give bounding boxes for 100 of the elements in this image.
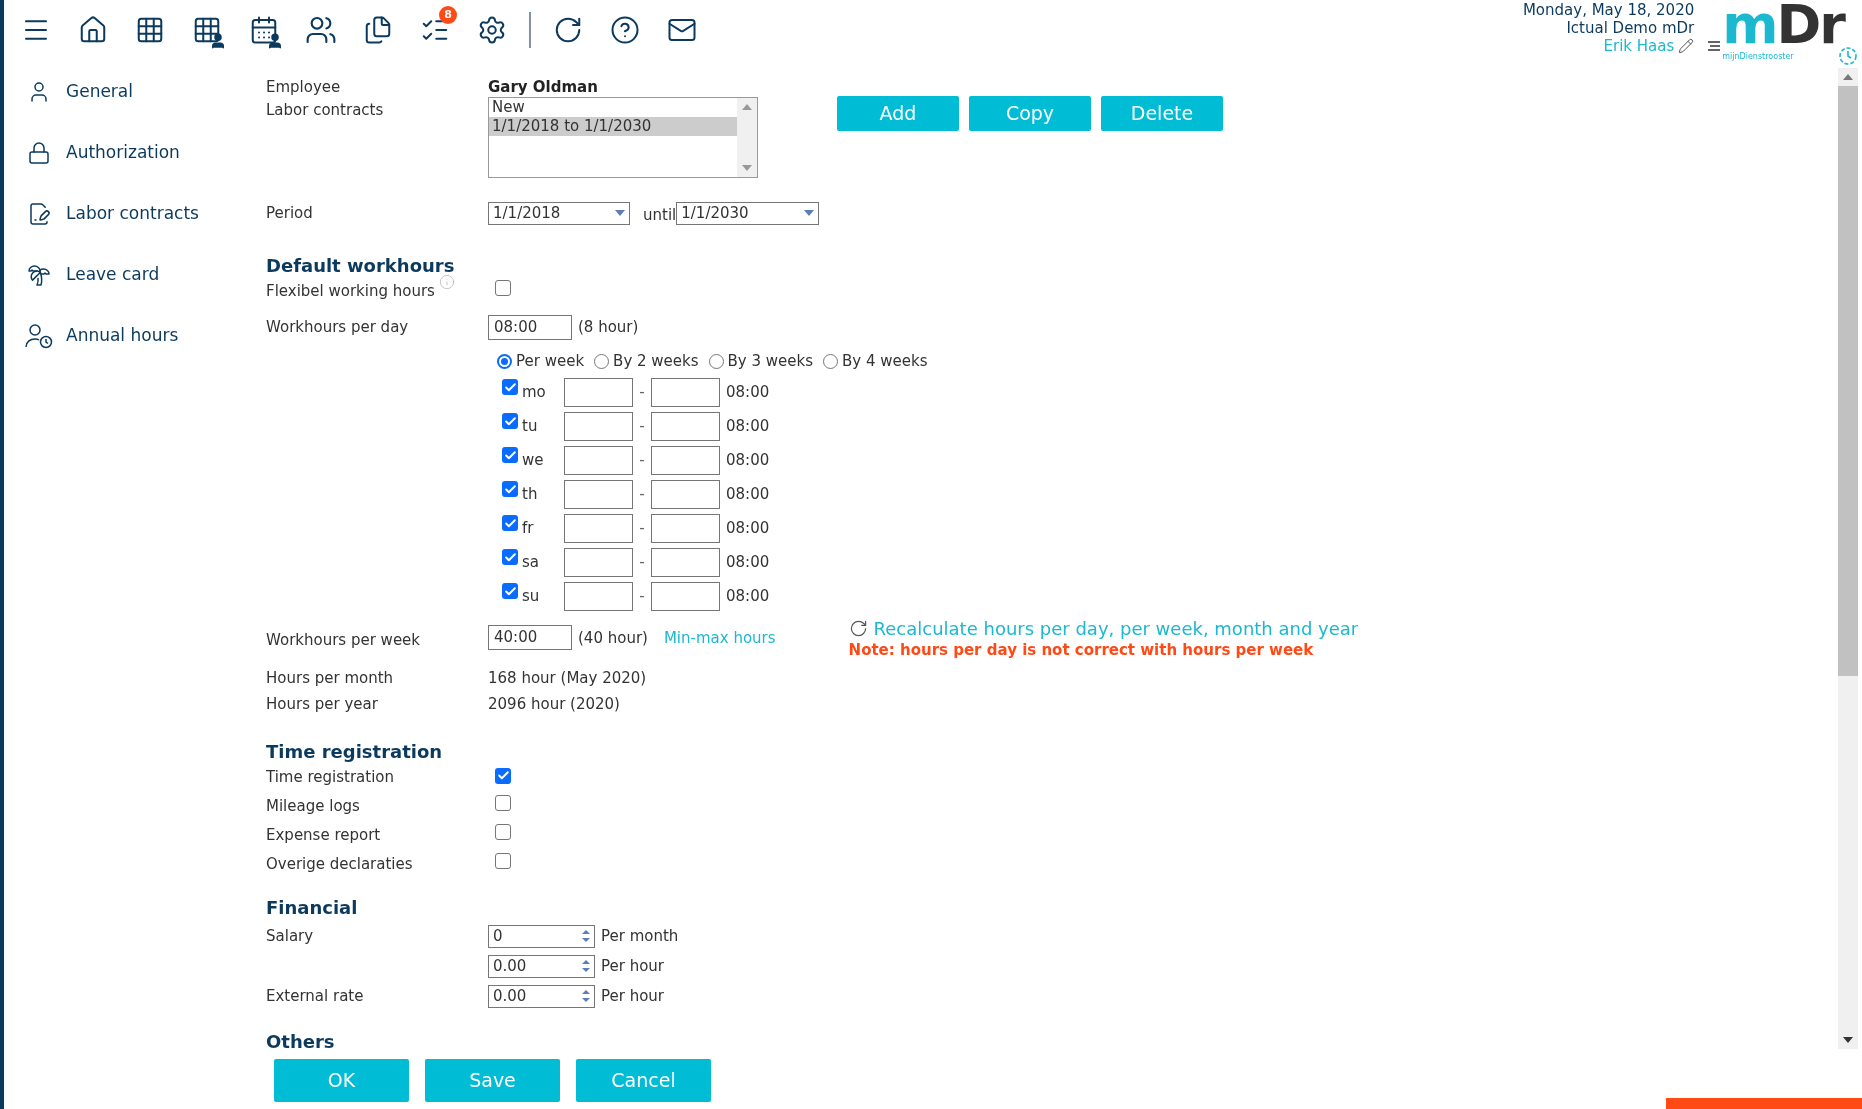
day-hours: 08:00 — [726, 449, 770, 471]
pencil-icon — [1678, 38, 1695, 54]
dash-separator: - — [638, 585, 646, 607]
checkbox[interactable] — [502, 413, 518, 430]
checkbox[interactable] — [502, 515, 518, 532]
sidebar-item[interactable]: Leave card — [24, 259, 266, 290]
day-hours: 08:00 — [726, 517, 770, 539]
field-label: Labor contracts — [266, 100, 385, 121]
day-label: we — [521, 449, 545, 471]
end-time-input[interactable] — [651, 581, 720, 611]
unit-label: Per month — [601, 925, 679, 947]
dropdown-arrow-icon — [804, 210, 815, 217]
field-label: Workhours per day — [266, 316, 410, 338]
lock-icon — [27, 140, 51, 165]
end-time-input[interactable] — [651, 513, 720, 543]
dash-separator: - — [638, 517, 646, 539]
checkbox[interactable] — [495, 853, 511, 870]
number-field[interactable]: 0.00 — [488, 984, 595, 1008]
checkbox[interactable] — [495, 824, 511, 841]
day-hours: 08:00 — [726, 483, 770, 505]
section-heading: Default workhours — [266, 253, 456, 278]
number-field[interactable]: 0.00 — [488, 954, 595, 978]
checkbox[interactable] — [495, 795, 511, 812]
field-label: Hours per year — [266, 694, 379, 715]
contracts-listbox[interactable]: New 1/1/2018 to 1/1/2030 — [488, 97, 758, 178]
sidebar-item[interactable]: General — [24, 76, 266, 107]
list-option[interactable]: 1/1/2018 to 1/1/2030 — [489, 117, 737, 136]
field-label: Workhours per week — [266, 629, 422, 651]
day-hours: 08:00 — [726, 551, 770, 573]
sidebar-item[interactable]: Labor contracts — [24, 198, 266, 229]
radio-button[interactable] — [497, 354, 512, 369]
field-label: Time registration — [266, 767, 396, 789]
end-time-input[interactable] — [651, 411, 720, 441]
start-time-input[interactable] — [564, 445, 633, 475]
until-label: until — [643, 205, 677, 226]
spinner-arrows-icon — [582, 959, 590, 973]
dash-separator: - — [638, 415, 646, 437]
end-time-input[interactable] — [651, 547, 720, 577]
spinner-arrows-icon — [582, 989, 590, 1003]
checkbox[interactable] — [502, 583, 518, 600]
sidebar-item[interactable]: Annual hours — [24, 320, 266, 351]
current-date: Monday, May 18, 2020 — [1522, 1, 1695, 19]
unit-label: Per hour — [601, 985, 665, 1007]
dropdown-arrow-icon — [615, 210, 625, 217]
hours-input[interactable]: 08:00 — [488, 314, 572, 340]
start-time-input[interactable] — [564, 377, 633, 407]
radio-button[interactable] — [823, 354, 839, 369]
start-time-input[interactable] — [564, 479, 633, 509]
field-label: External rate — [266, 985, 365, 1007]
checkbox[interactable] — [502, 481, 518, 498]
start-time-input[interactable] — [564, 513, 633, 543]
section-heading: Others — [266, 1029, 336, 1054]
field-label: Flexibel working hours — [266, 281, 435, 303]
radio-label: By 4 weeks — [842, 351, 928, 373]
refresh-icon — [848, 618, 868, 638]
date-dropdown[interactable]: 1/1/2030 — [676, 201, 820, 225]
start-time-input[interactable] — [564, 547, 633, 577]
radio-label: By 2 weeks — [613, 351, 699, 373]
hours-value: 2096 hour (2020) — [488, 694, 620, 715]
start-time-input[interactable] — [564, 411, 633, 441]
day-label: fr — [521, 517, 535, 539]
radio-button[interactable] — [708, 354, 724, 369]
unit-label: Per hour — [601, 955, 665, 977]
checkbox[interactable] — [495, 280, 511, 297]
date-dropdown[interactable]: 1/1/2018 — [488, 201, 630, 225]
number-field[interactable]: 0 — [488, 924, 595, 948]
checkbox[interactable] — [495, 767, 511, 784]
day-label: su — [521, 585, 541, 607]
hours-note: (8 hour) — [578, 316, 639, 338]
field-label: Mileage logs — [266, 796, 361, 818]
checkbox[interactable] — [502, 549, 518, 566]
scroll-up-arrow-icon[interactable] — [742, 104, 752, 110]
page-scrollbar[interactable] — [1838, 68, 1858, 1049]
scroll-down-arrow-icon[interactable] — [1843, 1037, 1853, 1043]
end-time-input[interactable] — [651, 377, 720, 407]
dash-separator: - — [638, 449, 646, 471]
dash-separator: - — [638, 381, 646, 403]
dash-separator: - — [638, 483, 646, 505]
radio-button[interactable] — [594, 354, 610, 369]
field-label: Hours per month — [266, 667, 395, 689]
day-hours: 08:00 — [726, 585, 770, 607]
checkbox[interactable] — [502, 379, 518, 396]
section-heading: Financial — [266, 895, 359, 920]
checkbox[interactable] — [502, 447, 518, 464]
employee-name: Gary Oldman — [488, 76, 598, 98]
list-option[interactable]: New — [489, 98, 737, 117]
sidebar-item[interactable]: Authorization — [24, 137, 266, 168]
section-heading: Time registration — [266, 739, 444, 764]
hours-input[interactable]: 40:00 — [488, 624, 572, 650]
document-icon — [27, 201, 51, 226]
scroll-up-arrow-icon[interactable] — [1843, 74, 1853, 80]
end-time-input[interactable] — [651, 479, 720, 509]
dash-separator: - — [638, 551, 646, 573]
end-time-input[interactable] — [651, 445, 720, 475]
hours-note: (40 hour) — [578, 627, 648, 649]
scrollbar[interactable] — [737, 98, 757, 177]
field-label: Employee — [266, 76, 342, 98]
hours-value: 168 hour (May 2020) — [488, 667, 647, 689]
start-time-input[interactable] — [564, 581, 633, 611]
day-label: th — [521, 483, 539, 505]
